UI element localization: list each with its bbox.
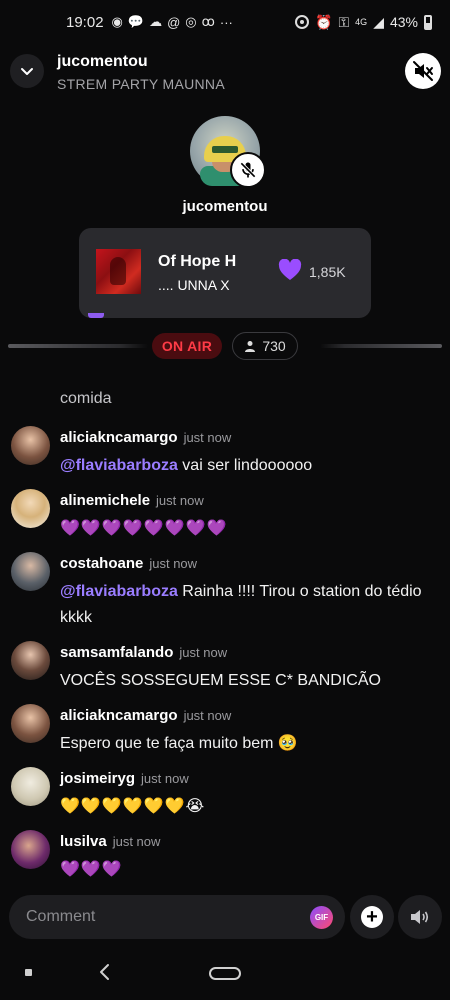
- chat-text: 💜💜💜💜💜💜💜💜: [60, 520, 228, 537]
- chat-text: 💛💛💛💛💛💛😭: [60, 798, 206, 815]
- room-name: STREM PARTY MAUNNA: [57, 76, 225, 92]
- speaker-button[interactable]: [398, 895, 442, 939]
- threads-icon: @: [167, 14, 181, 30]
- chat-username[interactable]: aliciakncamargo: [60, 707, 178, 724]
- chat-time: just now: [156, 493, 204, 508]
- battery-icon: [424, 14, 432, 30]
- status-time: 19:02: [66, 13, 104, 31]
- signal-icon: ◢: [373, 13, 384, 30]
- speaker-avatar[interactable]: [190, 116, 266, 188]
- person-icon: [245, 341, 256, 352]
- chat-text: Espero que te faça muito bem 🥹: [60, 735, 298, 752]
- speaker-section: jucomentou: [0, 116, 450, 215]
- recent-apps-button[interactable]: [25, 969, 32, 976]
- chevron-down-icon: [21, 68, 33, 75]
- avatar[interactable]: [11, 426, 50, 465]
- listeners-badge[interactable]: 730: [232, 332, 298, 360]
- chat-time: just now: [141, 771, 189, 786]
- vpn-key-icon: ⚿: [338, 13, 350, 30]
- composer-bar: Comment GIF +: [0, 893, 450, 941]
- plus-icon: +: [361, 906, 383, 928]
- avatar[interactable]: [11, 704, 50, 743]
- mic-off-icon: [240, 162, 256, 178]
- heart-icon[interactable]: [278, 259, 302, 281]
- chat-text: 💜💜💜: [60, 861, 123, 878]
- listeners-count: 730: [262, 338, 286, 354]
- chat-username[interactable]: costahoane: [60, 555, 143, 572]
- data-saver-icon: [295, 15, 310, 29]
- likes-count: 1,85K: [309, 264, 346, 280]
- album-cover: [96, 249, 141, 294]
- now-playing-card[interactable]: Of Hope H .... UNNA X 1,85K: [79, 228, 371, 318]
- network-type: 4G: [355, 17, 368, 27]
- notification-icons: ◉ 💬 ☁ @ ◎ ꝏ ···: [112, 14, 233, 30]
- divider-left: [8, 344, 148, 348]
- avatar[interactable]: [11, 641, 50, 680]
- chat-text: vai ser lindoooooo: [177, 457, 313, 474]
- status-bar: 19:02 ◉ 💬 ☁ @ ◎ ꝏ ··· ⏰ ⚿ 4G ◢ 43%: [0, 0, 450, 44]
- chat-time: just now: [183, 708, 232, 723]
- speaker-volume-icon: [411, 910, 429, 924]
- add-button[interactable]: +: [350, 895, 394, 939]
- song-title: Of Hope H: [158, 253, 237, 270]
- chat-bubble-icon: 💬: [127, 14, 145, 29]
- avatar[interactable]: [11, 552, 50, 591]
- chat-username[interactable]: aliciakncamargo: [60, 429, 178, 446]
- comment-placeholder: Comment: [26, 908, 96, 925]
- avatar[interactable]: [11, 489, 50, 528]
- mic-off-badge: [230, 152, 266, 188]
- chat-username[interactable]: alinemichele: [60, 492, 150, 509]
- cloud-icon: ☁: [149, 14, 163, 29]
- chat-mention[interactable]: @flaviabarboza: [60, 583, 178, 600]
- room-header: jucomentou STREM PARTY MAUNNA: [0, 50, 450, 100]
- mute-audio-button[interactable]: [405, 53, 441, 89]
- collapse-button[interactable]: [10, 54, 44, 88]
- room-topic: comida: [60, 390, 112, 407]
- card-indicator: [88, 313, 104, 318]
- back-icon[interactable]: [97, 962, 111, 982]
- comment-input[interactable]: Comment GIF: [9, 895, 345, 939]
- on-air-badge: ON AIR: [152, 333, 222, 359]
- chat-time: just now: [149, 556, 198, 571]
- chat-username[interactable]: samsamfalando: [60, 644, 173, 661]
- chat-time: just now: [183, 430, 232, 445]
- avatar[interactable]: [11, 830, 50, 869]
- avatar[interactable]: [11, 767, 50, 806]
- home-button[interactable]: [209, 967, 241, 980]
- speaker-name: jucomentou: [182, 198, 268, 215]
- voicemail-icon: ꝏ: [201, 14, 215, 29]
- chat-username[interactable]: lusilva: [60, 833, 107, 850]
- instagram-icon: ◎: [185, 14, 197, 29]
- system-icons: ⏰ ⚿ 4G ◢ 43%: [295, 14, 432, 31]
- record-icon: ◉: [111, 14, 123, 29]
- chat-time: just now: [179, 645, 228, 660]
- chat-text: VOCÊS SOSSEGUEM ESSE C* BANDICÃO: [60, 672, 381, 689]
- more-icon: ···: [219, 14, 233, 30]
- song-artist: .... UNNA X: [158, 277, 230, 293]
- chat-mention[interactable]: @flaviabarboza: [60, 457, 178, 474]
- chat-username[interactable]: josimeiryg: [60, 770, 135, 787]
- chat-time: just now: [112, 834, 161, 849]
- volume-off-icon: [413, 61, 433, 81]
- alarm-icon: ⏰: [315, 13, 333, 30]
- gif-button[interactable]: GIF: [310, 906, 333, 929]
- battery-percent: 43%: [389, 14, 418, 30]
- host-name: jucomentou: [57, 53, 148, 70]
- system-nav-bar: [0, 950, 450, 1000]
- divider-right: [320, 344, 442, 348]
